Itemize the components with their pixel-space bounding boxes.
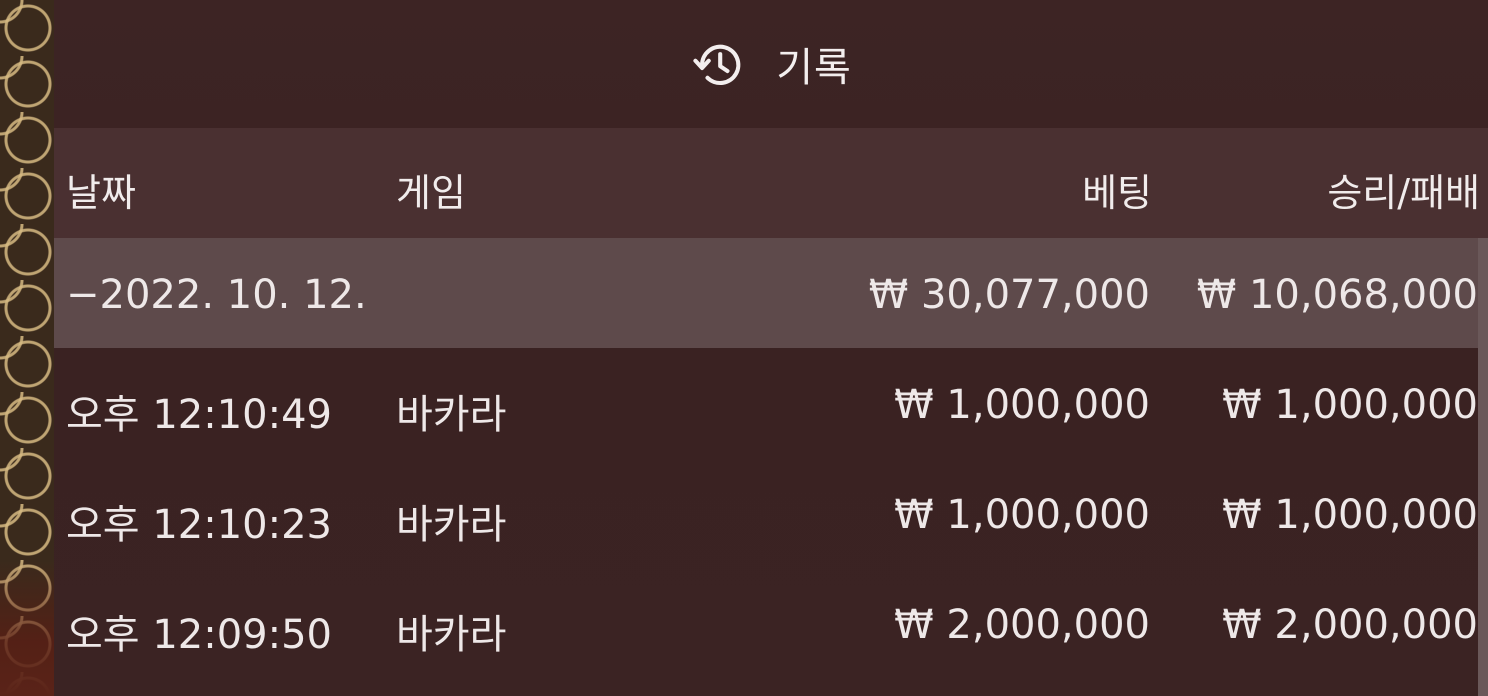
table-row[interactable]: 오후 12:09:50 바카라 ₩ 2,000,000 ₩ 2,000,000	[54, 568, 1478, 678]
scrollbar[interactable]	[1478, 238, 1488, 696]
column-header-game: 게임	[396, 171, 466, 215]
row-time: 오후 12:10:23	[66, 502, 332, 548]
date-group-winloss-total: ₩ 10,068,000	[1196, 272, 1478, 318]
column-header-winloss: 승리/패배	[1327, 171, 1480, 215]
row-bet: ₩ 1,000,000	[894, 382, 1150, 428]
column-header-bet: 베팅	[1082, 171, 1152, 215]
table-row[interactable]: 오후 12:10:49 바카라 ₩ 1,000,000 ₩ 1,000,000	[54, 348, 1478, 458]
row-game: 바카라	[396, 502, 507, 548]
row-bet: ₩ 1,000,000	[894, 492, 1150, 538]
screen: 기록 날짜 게임 베팅 승리/패배 −2022. 10. 12. ₩ 30,07…	[0, 0, 1488, 696]
history-icon	[693, 44, 741, 86]
table-row[interactable]: 오후 12:10:23 바카라 ₩ 1,000,000 ₩ 1,000,000	[54, 458, 1478, 568]
column-header-date: 날짜	[66, 171, 136, 215]
date-group-bet-total: ₩ 30,077,000	[868, 272, 1150, 318]
row-winloss: ₩ 1,000,000	[1222, 382, 1478, 428]
panel-title: 기록	[776, 45, 852, 91]
row-bet: ₩ 2,000,000	[894, 602, 1150, 648]
row-winloss: ₩ 1,000,000	[1222, 492, 1478, 538]
date-group-label: −2022. 10. 12.	[66, 272, 367, 318]
decorative-background-shadow	[0, 560, 56, 696]
row-game: 바카라	[396, 612, 507, 658]
history-panel: 기록 날짜 게임 베팅 승리/패배 −2022. 10. 12. ₩ 30,07…	[54, 0, 1488, 696]
table-header: 날짜 게임 베팅 승리/패배	[54, 128, 1488, 238]
row-time: 오후 12:09:50	[66, 612, 332, 658]
row-time: 오후 12:10:49	[66, 392, 332, 438]
row-game: 바카라	[396, 392, 507, 438]
date-group-row[interactable]: −2022. 10. 12. ₩ 30,077,000 ₩ 10,068,000	[54, 238, 1478, 348]
panel-header: 기록	[54, 0, 1488, 128]
row-winloss: ₩ 2,000,000	[1222, 602, 1478, 648]
